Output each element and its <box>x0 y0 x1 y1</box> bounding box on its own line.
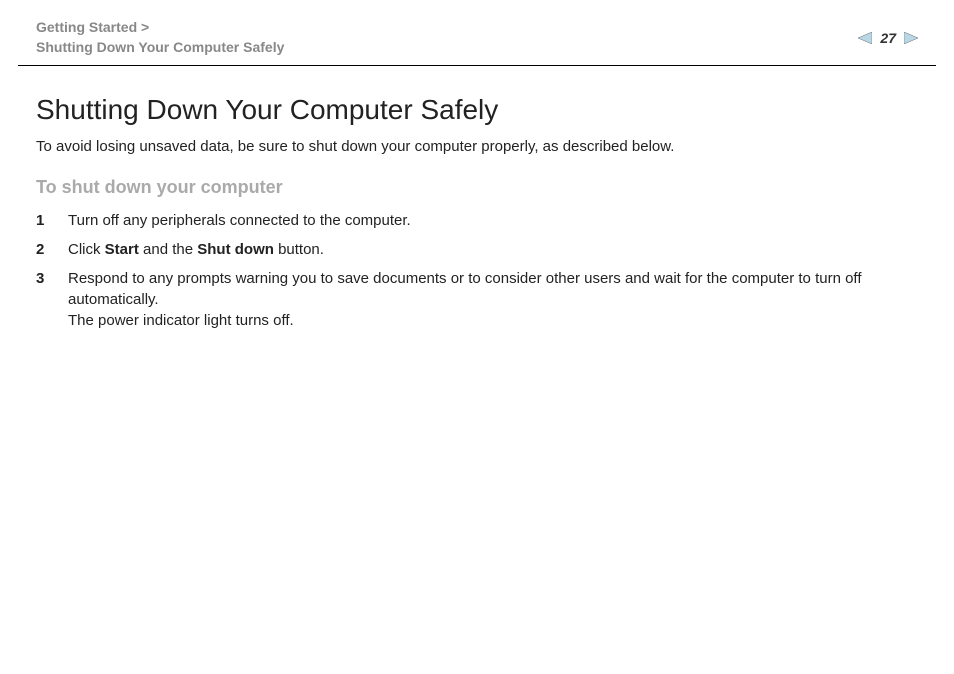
main-content: Shutting Down Your Computer Safely To av… <box>0 66 954 367</box>
prev-page-icon[interactable] <box>858 32 872 44</box>
page-number: 27 <box>880 30 896 46</box>
step-item: 3 Respond to any prompts warning you to … <box>36 268 918 331</box>
page-header: Getting Started > Shutting Down Your Com… <box>0 0 954 65</box>
page-title: Shutting Down Your Computer Safely <box>36 94 918 126</box>
step-item: 2 Click Start and the Shut down button. <box>36 239 918 260</box>
step-text: Turn off any peripherals connected to th… <box>68 210 918 231</box>
next-page-icon[interactable] <box>904 32 918 44</box>
step-text: Click Start and the Shut down button. <box>68 239 918 260</box>
page-nav: 27 <box>858 30 918 46</box>
step-item: 1 Turn off any peripherals connected to … <box>36 210 918 231</box>
step-number: 2 <box>36 239 68 260</box>
step-list: 1 Turn off any peripherals connected to … <box>36 210 918 331</box>
step-number: 1 <box>36 210 68 231</box>
breadcrumb-section: Getting Started > <box>36 19 149 35</box>
breadcrumb: Getting Started > Shutting Down Your Com… <box>36 18 284 57</box>
breadcrumb-page: Shutting Down Your Computer Safely <box>36 39 284 55</box>
section-subtitle: To shut down your computer <box>36 177 918 198</box>
intro-paragraph: To avoid losing unsaved data, be sure to… <box>36 138 918 155</box>
step-number: 3 <box>36 268 68 289</box>
step-text: Respond to any prompts warning you to sa… <box>68 268 918 331</box>
